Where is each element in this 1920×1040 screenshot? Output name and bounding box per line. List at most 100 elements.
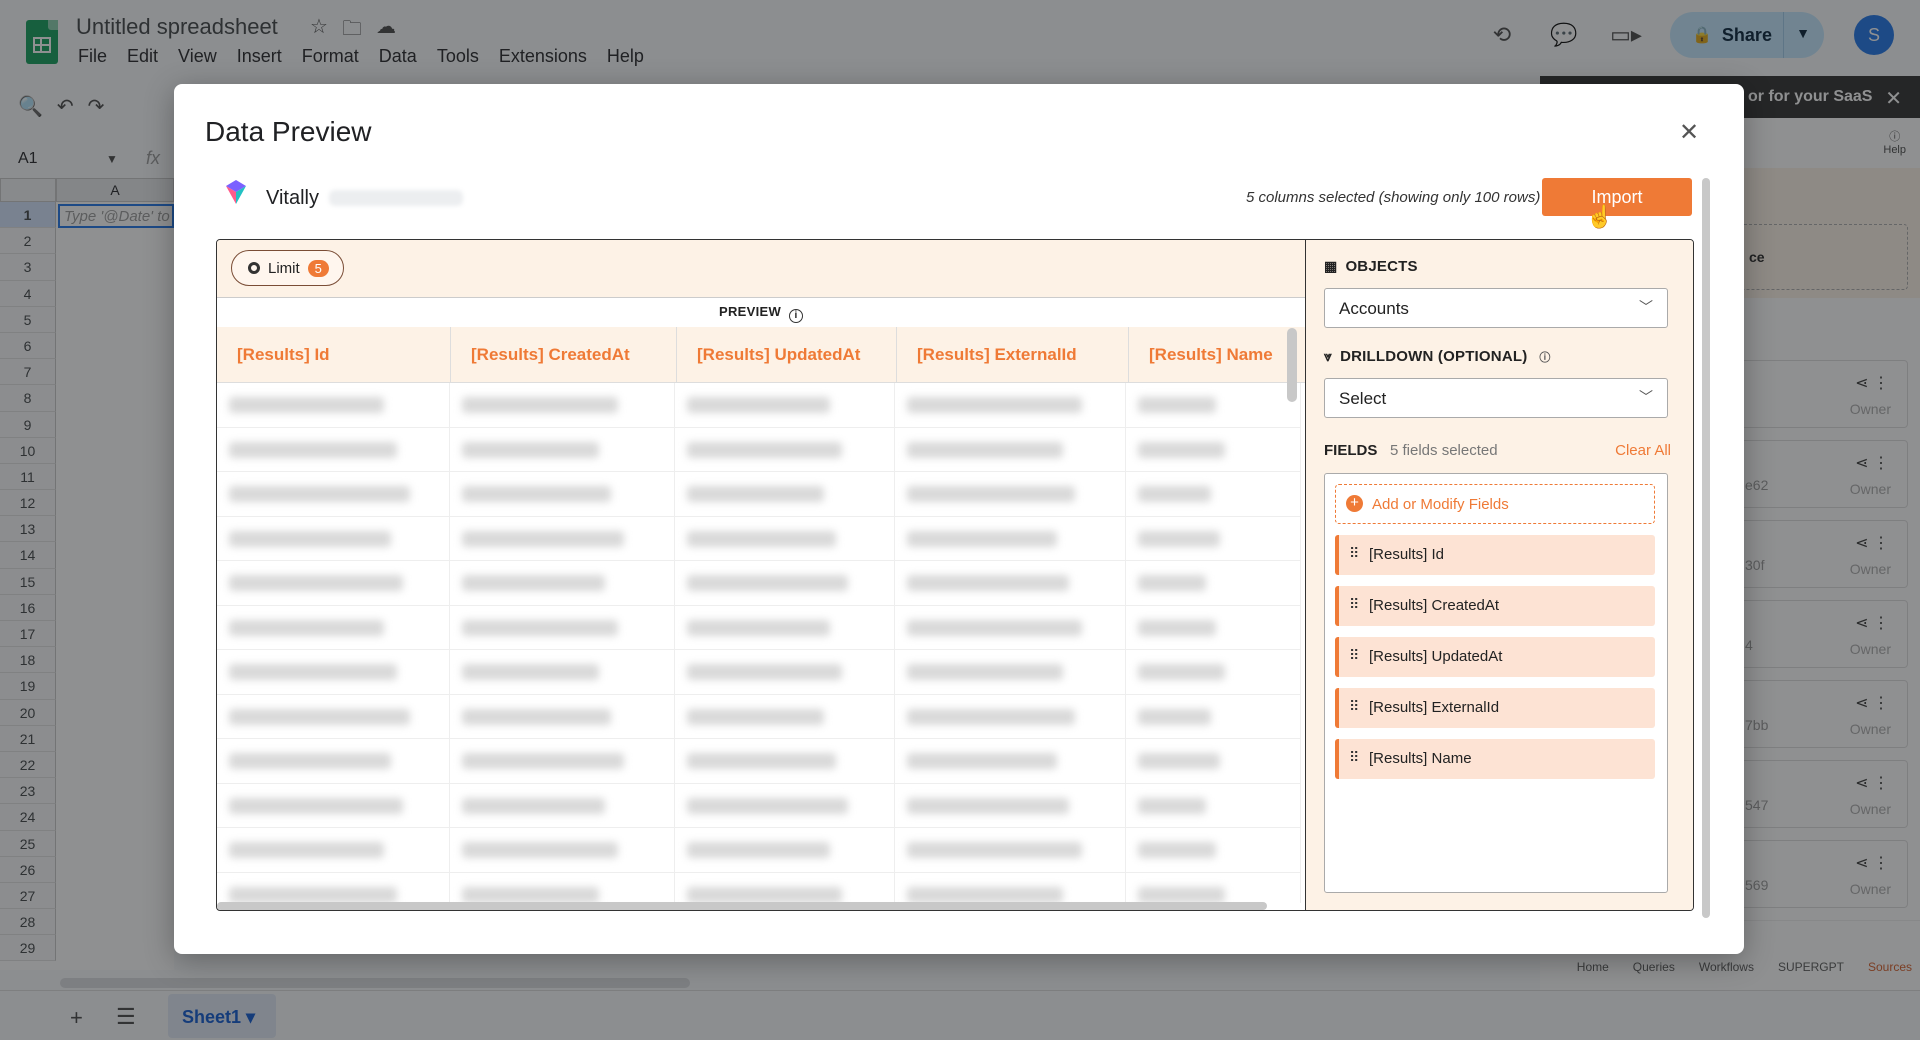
table-row[interactable] xyxy=(217,694,1301,739)
limit-button[interactable]: Limit 5 xyxy=(231,250,344,286)
table-cell-redacted xyxy=(675,828,895,873)
table-row[interactable] xyxy=(217,516,1301,561)
table-cell-redacted xyxy=(1126,605,1301,650)
table-cell-redacted xyxy=(675,427,895,472)
table-cell-redacted xyxy=(450,650,676,695)
chevron-down-icon: ﹀ xyxy=(1639,389,1653,405)
table-cell-redacted xyxy=(450,472,676,517)
double-chevron-icon: ⩔ xyxy=(1324,348,1333,364)
table-cell-redacted xyxy=(895,383,1126,428)
table-vertical-scrollbar[interactable] xyxy=(1287,328,1297,402)
table-cell-redacted xyxy=(675,694,895,739)
vitally-logo-icon xyxy=(226,180,246,204)
import-button[interactable]: Import xyxy=(1542,178,1692,216)
table-cell-redacted xyxy=(675,561,895,606)
table-cell-redacted xyxy=(217,561,451,606)
table-row[interactable] xyxy=(217,472,1301,517)
table-cell-redacted xyxy=(895,427,1126,472)
field-label: [Results] Id xyxy=(1369,546,1445,563)
table-horizontal-scrollbar[interactable] xyxy=(217,902,1267,910)
column-header-createdat[interactable]: [Results] CreatedAt xyxy=(451,327,677,383)
modal-vertical-scrollbar[interactable] xyxy=(1702,178,1710,918)
table-cell-redacted xyxy=(217,783,451,828)
table-cell-redacted xyxy=(217,828,451,873)
field-item-externalid[interactable]: ⠿ [Results] ExternalId xyxy=(1335,688,1655,728)
table-row[interactable] xyxy=(217,828,1301,873)
fields-list: + Add or Modify Fields ⠿ [Results] Id ⠿ [R… xyxy=(1324,473,1668,893)
source-account-redacted xyxy=(329,190,463,206)
fields-title: FIELDS xyxy=(1324,442,1378,459)
table-cell-redacted xyxy=(895,828,1126,873)
table-cell-redacted xyxy=(895,783,1126,828)
clear-all-button[interactable]: Clear All xyxy=(1615,442,1671,459)
table-cell-redacted xyxy=(675,516,895,561)
table-cell-redacted xyxy=(1126,561,1301,606)
table-cell-redacted xyxy=(675,783,895,828)
field-item-id[interactable]: ⠿ [Results] Id xyxy=(1335,535,1655,575)
field-label: [Results] ExternalId xyxy=(1369,699,1500,716)
add-modify-fields-button[interactable]: + Add or Modify Fields xyxy=(1335,484,1655,524)
drag-handle-icon[interactable]: ⠿ xyxy=(1349,596,1359,613)
table-cell-redacted xyxy=(217,427,451,472)
info-icon[interactable]: i xyxy=(789,309,804,323)
drag-handle-icon[interactable]: ⠿ xyxy=(1349,698,1359,715)
table-cell-redacted xyxy=(675,739,895,784)
columns-summary: 5 columns selected (showing only 100 row… xyxy=(1246,189,1541,206)
field-item-updatedat[interactable]: ⠿ [Results] UpdatedAt xyxy=(1335,637,1655,677)
table-cell-redacted xyxy=(1126,383,1301,428)
table-cell-redacted xyxy=(217,516,451,561)
table-cell-redacted xyxy=(450,828,676,873)
column-header-updatedat[interactable]: [Results] UpdatedAt xyxy=(677,327,897,383)
column-header-name[interactable]: [Results] Name xyxy=(1129,327,1305,383)
field-item-createdat[interactable]: ⠿ [Results] CreatedAt xyxy=(1335,586,1655,626)
add-fields-label: Add or Modify Fields xyxy=(1372,496,1509,513)
table-row[interactable] xyxy=(217,783,1301,828)
limit-bar: Limit 5 xyxy=(217,240,1305,298)
table-row[interactable] xyxy=(217,561,1301,606)
field-item-name[interactable]: ⠿ [Results] Name xyxy=(1335,739,1655,779)
table-row[interactable] xyxy=(217,605,1301,650)
column-header-externalid[interactable]: [Results] ExternalId xyxy=(897,327,1129,383)
drilldown-info-icon[interactable]: ⓘ xyxy=(1539,349,1550,365)
column-header-id[interactable]: [Results] Id xyxy=(217,327,451,383)
table-cell-redacted xyxy=(895,516,1126,561)
table-cell-redacted xyxy=(217,739,451,784)
table-cell-redacted xyxy=(217,694,451,739)
fields-count: 5 fields selected xyxy=(1390,442,1498,459)
drag-handle-icon[interactable]: ⠿ xyxy=(1349,647,1359,664)
table-cell-redacted xyxy=(450,561,676,606)
table-cell-redacted xyxy=(1126,427,1301,472)
table-cell-redacted xyxy=(1126,650,1301,695)
table-cell-redacted xyxy=(217,472,451,517)
close-icon[interactable]: ✕ xyxy=(1674,118,1704,148)
table-cell-redacted xyxy=(1126,783,1301,828)
drag-handle-icon[interactable]: ⠿ xyxy=(1349,749,1359,766)
drilldown-title: ⩔ DRILLDOWN (OPTIONAL) ⓘ xyxy=(1324,348,1551,365)
preview-heading: PREVIEW i xyxy=(217,304,1305,323)
table-cell-redacted xyxy=(217,383,451,428)
table-cell-redacted xyxy=(675,872,895,903)
table-icon: ▦ xyxy=(1324,258,1338,274)
table-cell-redacted xyxy=(450,383,676,428)
table-cell-redacted xyxy=(1126,694,1301,739)
table-cell-redacted xyxy=(1126,516,1301,561)
drilldown-dropdown[interactable]: Select ﹀ xyxy=(1324,378,1668,418)
table-row[interactable] xyxy=(217,650,1301,695)
table-cell-redacted xyxy=(217,650,451,695)
drag-handle-icon[interactable]: ⠿ xyxy=(1349,545,1359,562)
table-cell-redacted xyxy=(1126,872,1301,903)
table-row[interactable] xyxy=(217,739,1301,784)
table-cell-redacted xyxy=(450,872,676,903)
preview-label: PREVIEW xyxy=(718,304,782,319)
data-preview-modal: Data Preview ✕ Vitally 5 columns selecte… xyxy=(174,84,1744,954)
table-cell-redacted xyxy=(1126,739,1301,784)
table-cell-redacted xyxy=(895,872,1126,903)
table-cell-redacted xyxy=(895,605,1126,650)
objects-dropdown[interactable]: Accounts ﹀ xyxy=(1324,288,1668,328)
source-name: Vitally xyxy=(266,187,319,209)
table-row[interactable] xyxy=(217,872,1301,903)
radio-icon xyxy=(248,262,260,274)
table-row[interactable] xyxy=(217,383,1301,428)
table-cell-redacted xyxy=(450,605,676,650)
table-row[interactable] xyxy=(217,427,1301,472)
